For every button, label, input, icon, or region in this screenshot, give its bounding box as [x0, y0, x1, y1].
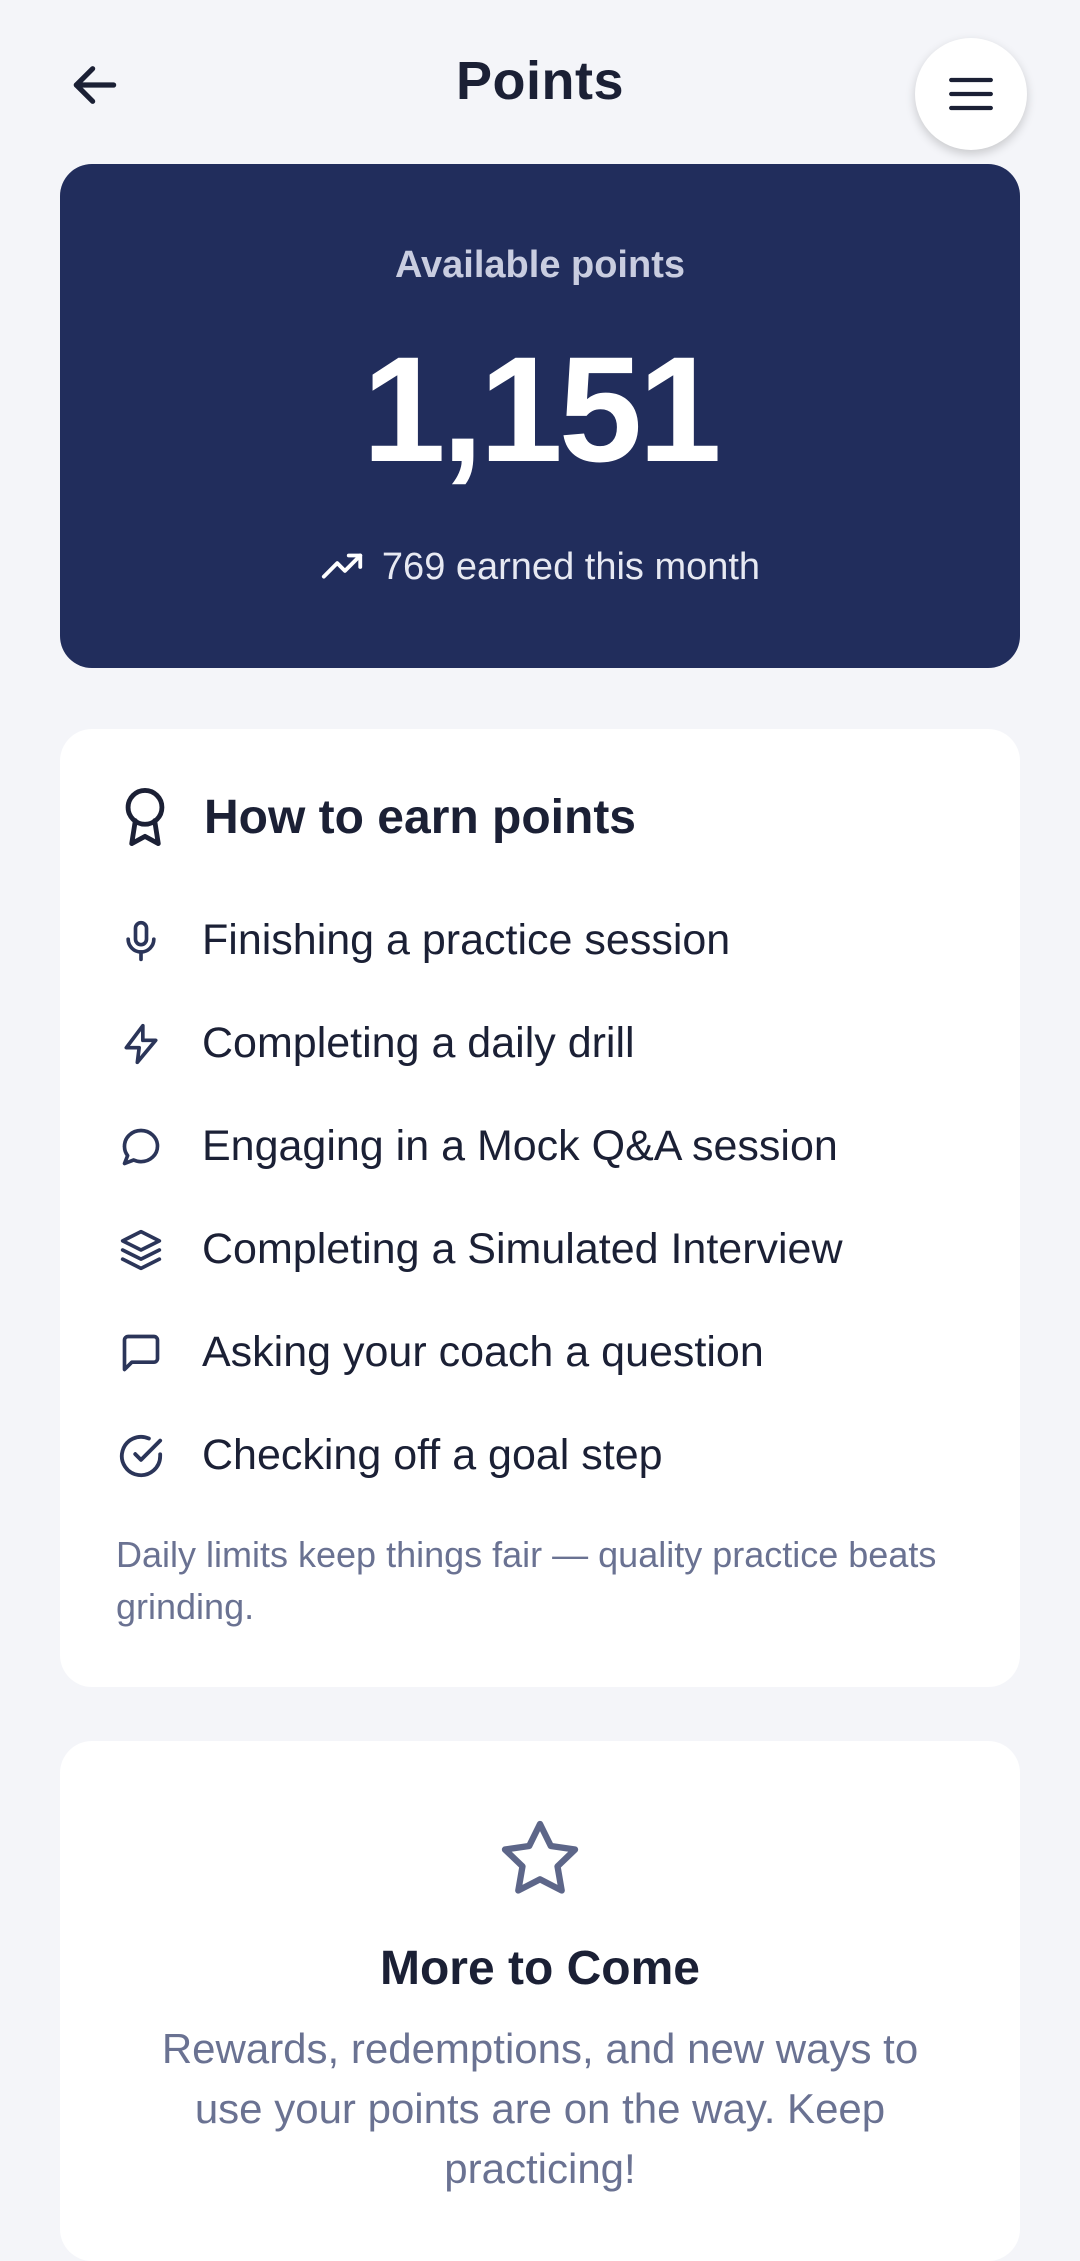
earn-item-label: Completing a daily drill — [202, 1019, 635, 1067]
star-icon — [501, 1820, 579, 1894]
hamburger-menu-icon — [949, 77, 993, 111]
how-to-earn-card: How to earn points Finishing a practice … — [60, 729, 1020, 1687]
trending-up-icon — [321, 553, 363, 579]
more-to-come-card: More to Come Rewards, redemptions, and n… — [60, 1741, 1020, 2261]
earn-item-label: Asking your coach a question — [202, 1328, 764, 1376]
earn-item-daily-drill: Completing a daily drill — [116, 992, 976, 1095]
earn-item-label: Finishing a practice session — [202, 916, 731, 964]
monthly-earned-text: 769 earned this month — [381, 545, 761, 588]
microphone-icon — [126, 920, 156, 961]
menu-button[interactable] — [915, 38, 1027, 150]
earn-item-label: Completing a Simulated Interview — [202, 1225, 843, 1273]
earn-item-simulated-interview: Completing a Simulated Interview — [116, 1198, 976, 1301]
app-header: Points — [0, 0, 1080, 170]
award-ribbon-icon — [125, 788, 165, 846]
available-points-label: Available points — [395, 244, 685, 286]
earn-item-label: Engaging in a Mock Q&A session — [202, 1122, 838, 1170]
available-points-value: 1,151 — [362, 325, 721, 493]
earn-item-mock-qa: Engaging in a Mock Q&A session — [116, 1095, 976, 1198]
earn-item-practice-session: Finishing a practice session — [116, 889, 976, 992]
how-to-earn-header: How to earn points — [116, 785, 636, 849]
layers-icon — [120, 1229, 162, 1270]
earn-item-label: Checking off a goal step — [202, 1431, 663, 1479]
earn-item-goal-step: Checking off a goal step — [116, 1404, 976, 1507]
available-points-card: Available points 1,151 769 earned this m… — [60, 164, 1020, 668]
lightning-icon — [124, 1023, 158, 1064]
chat-bubble-icon — [122, 1128, 160, 1165]
earn-methods-list: Finishing a practice session Completing … — [116, 889, 976, 1507]
message-square-icon — [122, 1334, 160, 1371]
more-to-come-title: More to Come — [379, 1942, 700, 1995]
monthly-earned: 769 earned this month — [60, 544, 1020, 590]
check-circle-icon — [119, 1434, 163, 1477]
how-to-earn-title: How to earn points — [204, 790, 636, 844]
earn-item-coach-question: Asking your coach a question — [116, 1301, 976, 1404]
daily-limits-note: Daily limits keep things fair — quality … — [116, 1534, 937, 1627]
more-to-come-text: Rewards, redemptions, and new ways to us… — [161, 2025, 919, 2192]
